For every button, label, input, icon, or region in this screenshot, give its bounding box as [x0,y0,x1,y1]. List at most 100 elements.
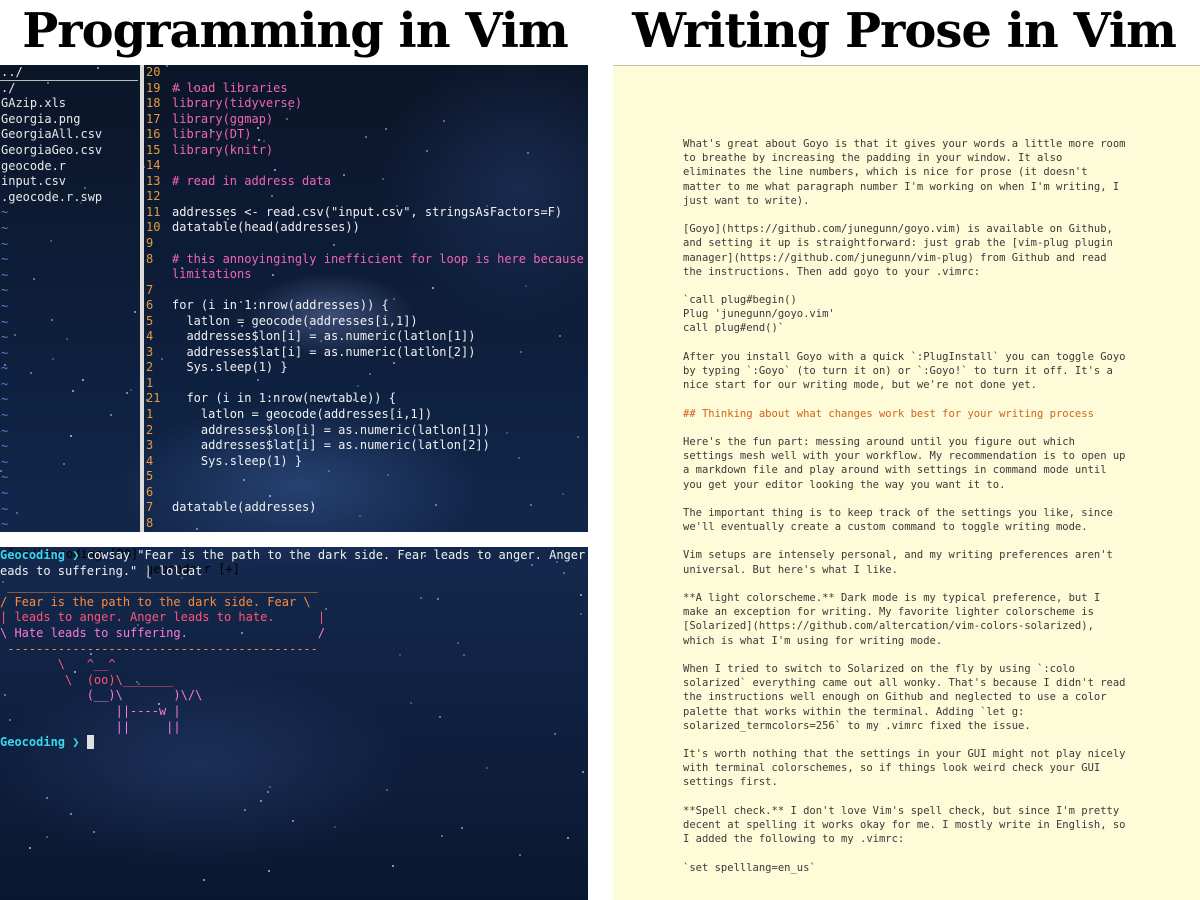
prose-line[interactable]: `set spelllang=en_us` [683,861,1133,875]
prose-line[interactable]: What's great about Goyo is that it gives… [683,137,1133,151]
code-line[interactable]: 5 latlon = geocode(addresses[i,1]) [146,314,588,330]
file-tree-item[interactable]: geocode.r [0,159,138,175]
vertical-split-divider[interactable] [140,65,144,532]
shell-command-continuation: eads to suffering." | lolcat [0,563,203,578]
file-explorer-pane[interactable]: .././GAzip.xls Georgia.png GeorgiaAll.csv G… [0,65,138,532]
line-number: 12 [146,189,161,204]
code-line[interactable]: 4 Sys.sleep(1) } [146,454,588,470]
shell-command-line: Geocoding ❯ cowsay "Fear is the path to … [0,548,588,564]
prose-line[interactable]: solarized_termcolors=256` to my .vimrc f… [683,719,1133,733]
prose-line[interactable]: When I tried to switch to Solarized on t… [683,662,1133,676]
prose-line[interactable]: Plug 'junegunn/goyo.vim' [683,307,1133,321]
prose-line[interactable]: Here's the fun part: messing around unti… [683,435,1133,449]
line-number: 8 [146,251,154,266]
file-tree-item[interactable]: input.csv [0,174,138,190]
terminal-window[interactable]: .././GAzip.xls Georgia.png GeorgiaAll.csv G… [0,65,588,900]
code-line[interactable]: 10 datatable(head(addresses)) [146,220,588,236]
code-line[interactable]: 12 [146,189,588,205]
code-line[interactable]: 2 Sys.sleep(1) } [146,360,588,376]
code-line[interactable]: 11 addresses <- read.csv("input.csv", str… [146,205,588,221]
empty-buffer-tilde: ~ [1,392,9,407]
code-line[interactable]: 4 addresses$lon[i] = as.numeric(latlon[1… [146,329,588,345]
code-line[interactable]: 8 # this annoyingingly inefficient for lo… [146,252,588,268]
code-line[interactable]: 15 library(knitr) [146,143,588,159]
prose-line[interactable]: the instructions. Then add goyo to your … [683,265,1133,279]
code-line[interactable]: 19 # load libraries [146,81,588,97]
line-number: 16 [146,127,161,142]
star [244,809,246,811]
prose-text-body[interactable]: What's great about Goyo is that it gives… [683,137,1133,875]
code-line[interactable]: 21 for (i in 1:nrow(newtable)) { [146,391,588,407]
prose-line[interactable]: we'll eventually create a custom command… [683,520,1133,534]
prose-line[interactable]: nice start for our writing mode, but we'… [683,378,1133,392]
prose-line[interactable]: universal. But here's what I like. [683,563,1133,577]
file-tree-item[interactable]: .geocode.r.swp [0,190,138,206]
prose-line[interactable]: a markdown file and play around with set… [683,463,1133,477]
code-line[interactable]: 9 [146,236,588,252]
code-text: library(knitr) [172,142,274,157]
file-tree-item[interactable]: ../ [0,65,138,81]
code-text: latlon = geocode(addresses[i,1]) [172,313,418,328]
file-tree-item[interactable]: Georgia.png [0,112,138,128]
code-line[interactable]: 3 addresses$lat[i] = as.numeric(latlon[2… [146,345,588,361]
prose-line[interactable]: you get your editor looking the way you … [683,478,1133,492]
shell-input-line[interactable]: Geocoding ❯ [0,735,588,751]
prose-line[interactable]: settings first. [683,775,1133,789]
file-tree-item[interactable]: GAzip.xls [0,96,138,112]
prose-line[interactable]: [Solarized](https://github.com/altercati… [683,619,1133,633]
prose-line[interactable]: The important thing is to keep track of … [683,506,1133,520]
code-line[interactable]: limitations [146,267,588,283]
code-line[interactable]: 16 library(DT) [146,127,588,143]
prose-line[interactable]: **Spell check.** I don't love Vim's spel… [683,804,1133,818]
shell-pane[interactable]: Geocoding ❯ cowsay "Fear is the path to … [0,548,588,751]
file-tree-item[interactable]: GeorgiaAll.csv [0,127,138,143]
prose-line[interactable]: with terminal colorschemes, so if things… [683,761,1133,775]
prose-line[interactable]: eliminates the line numbers, which is ni… [683,165,1133,179]
code-line[interactable]: 6 [146,485,588,501]
code-line[interactable]: 14 [146,158,588,174]
code-line[interactable]: 8 [146,516,588,532]
prose-line[interactable]: the instructions well enough on Github a… [683,690,1133,704]
code-line[interactable]: 5 [146,469,588,485]
prose-line[interactable]: just want to write). [683,194,1133,208]
code-line[interactable]: 1 latlon = geocode(addresses[i,1]) [146,407,588,423]
code-line[interactable]: 17 library(ggmap) [146,112,588,128]
prose-line[interactable]: and setting it up is straightforward: ju… [683,236,1133,250]
prose-line[interactable]: Vim setups are intensely personal, and m… [683,548,1133,562]
prose-line[interactable]: After you install Goyo with a quick `:Pl… [683,350,1133,364]
code-line[interactable]: 3 addresses$lat[i] = as.numeric(latlon[2… [146,438,588,454]
prose-line[interactable]: palette that works within the terminal. … [683,705,1133,719]
prose-line[interactable]: matter to me what paragraph number I'm w… [683,180,1133,194]
code-line[interactable]: 20 [146,65,588,81]
code-line[interactable]: 18 library(tidyverse) [146,96,588,112]
code-line[interactable]: 6 for (i in 1:nrow(addresses)) { [146,298,588,314]
code-line[interactable]: 13 # read in address data [146,174,588,190]
prose-line[interactable]: which is what I'm using for writing mode… [683,634,1133,648]
prose-line[interactable]: solarized` everything came out all wonky… [683,676,1133,690]
code-line[interactable]: 1 [146,376,588,392]
prose-line[interactable]: settings mesh well with your workflow. M… [683,449,1133,463]
goyo-prose-window[interactable]: What's great about Goyo is that it gives… [613,65,1200,900]
prose-line[interactable]: make an exception for writing. My favori… [683,605,1133,619]
code-line[interactable]: 7 datatable(addresses) [146,500,588,516]
prose-line[interactable]: call plug#end()` [683,321,1133,335]
prose-line[interactable]: manager](https://github.com/junegunn/vim… [683,251,1133,265]
empty-buffer-tilde: ~ [1,470,9,485]
line-number: 3 [146,438,154,453]
prose-line[interactable]: **A light colorscheme.** Dark mode is my… [683,591,1133,605]
file-tree-item[interactable]: ./ [0,81,138,97]
code-text: addresses$lat[i] = as.numeric(latlon[2]) [172,344,476,359]
prose-line[interactable]: to breathe by increasing the padding in … [683,151,1133,165]
markdown-heading[interactable]: ## Thinking about what changes work best… [683,407,1133,421]
code-line[interactable]: 2 addresses$lon[i] = as.numeric(latlon[1… [146,423,588,439]
prose-line[interactable]: It's worth nothing that the settings in … [683,747,1133,761]
line-number: 9 [146,236,154,251]
prose-line[interactable]: [Goyo](https://github.com/junegunn/goyo.… [683,222,1133,236]
code-line[interactable]: 7 [146,283,588,299]
prose-line[interactable]: `call plug#begin() [683,293,1133,307]
prose-line[interactable]: decent at spelling it works okay for me.… [683,818,1133,832]
file-tree-item[interactable]: GeorgiaGeo.csv [0,143,138,159]
prose-line[interactable]: I added the following to my .vimrc: [683,832,1133,846]
prose-line[interactable]: by typing `:Goyo` (to turn it on) or `:G… [683,364,1133,378]
code-editor-pane[interactable]: 20 19 # load libraries 18 library(tidyverse)… [146,65,588,532]
